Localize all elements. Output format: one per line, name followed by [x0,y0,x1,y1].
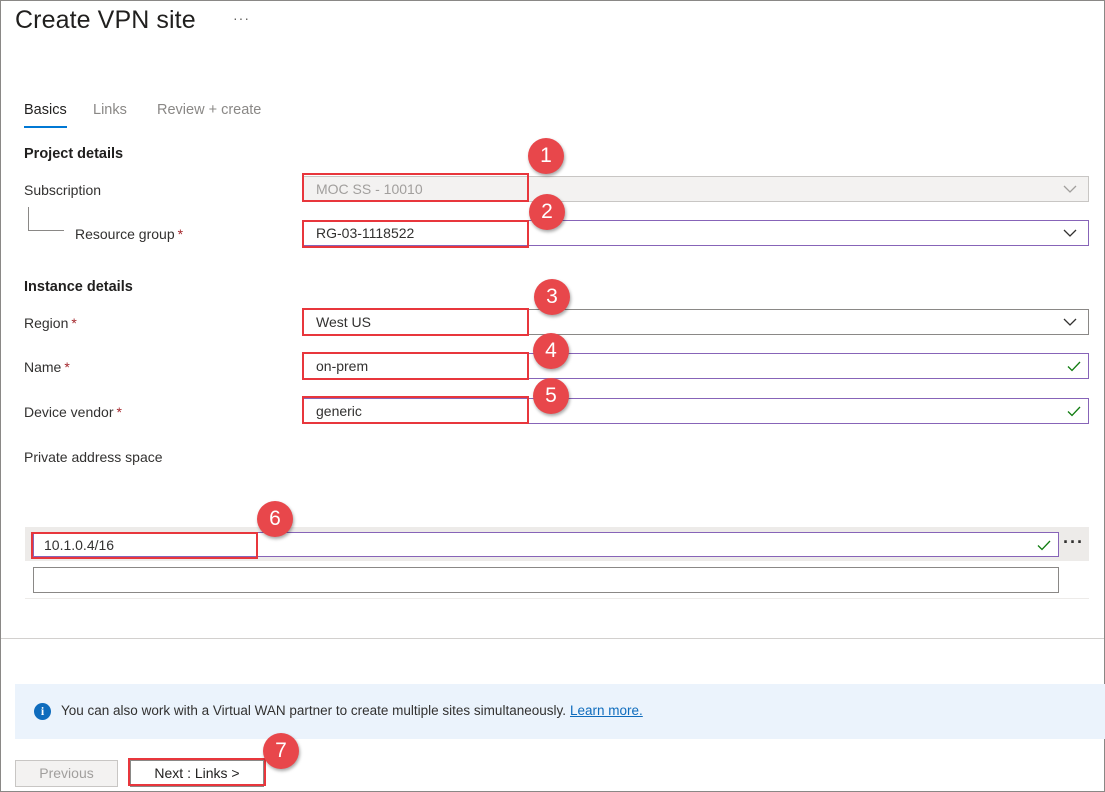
more-options-icon[interactable]: ··· [233,10,250,26]
region-label: Region * [24,315,77,331]
tab-basics[interactable]: Basics [24,102,67,118]
tree-connector-horizontal [28,230,64,231]
tab-links[interactable]: Links [93,102,127,118]
required-marker: * [177,226,184,242]
next-links-button[interactable]: Next : Links > [130,760,264,787]
required-marker: * [116,404,122,420]
device-vendor-label-text: Device vendor [24,404,114,420]
tab-review-create[interactable]: Review + create [157,102,261,118]
section-divider [1,638,1104,639]
learn-more-link[interactable]: Learn more. [570,703,643,718]
device-vendor-value: generic [316,403,362,419]
region-label-text: Region [24,315,69,331]
callout-badge-1: 1 [528,138,564,174]
page-title: Create VPN site [15,6,196,34]
info-message: You can also work with a Virtual WAN par… [61,703,643,718]
previous-button[interactable]: Previous [15,760,118,787]
callout-badge-4: 4 [533,333,569,369]
name-input[interactable]: on-prem [302,353,1089,379]
active-tab-indicator [24,126,67,128]
project-details-heading: Project details [24,146,124,162]
subscription-value: MOC SS - 10010 [316,181,423,197]
resource-group-label: Resource group * [75,226,183,242]
checkmark-icon [1067,406,1081,417]
region-select[interactable]: West US [302,309,1089,335]
info-message-bar: i You can also work with a Virtual WAN p… [15,684,1105,739]
grid-separator [25,598,1089,599]
address-space-value: 10.1.0.4/16 [44,537,115,553]
resource-group-select[interactable]: RG-03-1118522 [302,220,1089,246]
subscription-select: MOC SS - 10010 [302,176,1089,202]
required-marker: * [64,359,70,375]
chevron-down-icon [1063,185,1077,193]
resource-group-value: RG-03-1118522 [316,225,415,241]
region-value: West US [316,314,371,330]
subscription-label: Subscription [24,182,102,198]
row-more-options-icon[interactable]: ··· [1063,532,1084,553]
private-address-space-label: Private address space [24,449,163,465]
device-vendor-label: Device vendor * [24,404,122,420]
address-space-input-1[interactable]: 10.1.0.4/16 [33,532,1059,557]
callout-badge-5: 5 [533,378,569,414]
callout-badge-3: 3 [534,279,570,315]
tree-connector-vertical [28,207,29,230]
resource-group-label-text: Resource group [75,226,175,242]
chevron-down-icon [1063,318,1077,326]
checkmark-icon [1067,361,1081,372]
checkmark-icon [1037,540,1051,551]
info-message-text: You can also work with a Virtual WAN par… [61,703,566,718]
instance-details-heading: Instance details [24,279,133,295]
chevron-down-icon [1063,229,1077,237]
name-label: Name * [24,359,70,375]
address-space-input-2[interactable] [33,567,1059,593]
device-vendor-input[interactable]: generic [302,398,1089,424]
callout-badge-6: 6 [257,501,293,537]
required-marker: * [71,315,77,331]
info-icon: i [34,703,51,720]
callout-badge-2: 2 [529,194,565,230]
callout-badge-7: 7 [263,733,299,769]
name-label-text: Name [24,359,62,375]
name-value: on-prem [316,358,369,374]
